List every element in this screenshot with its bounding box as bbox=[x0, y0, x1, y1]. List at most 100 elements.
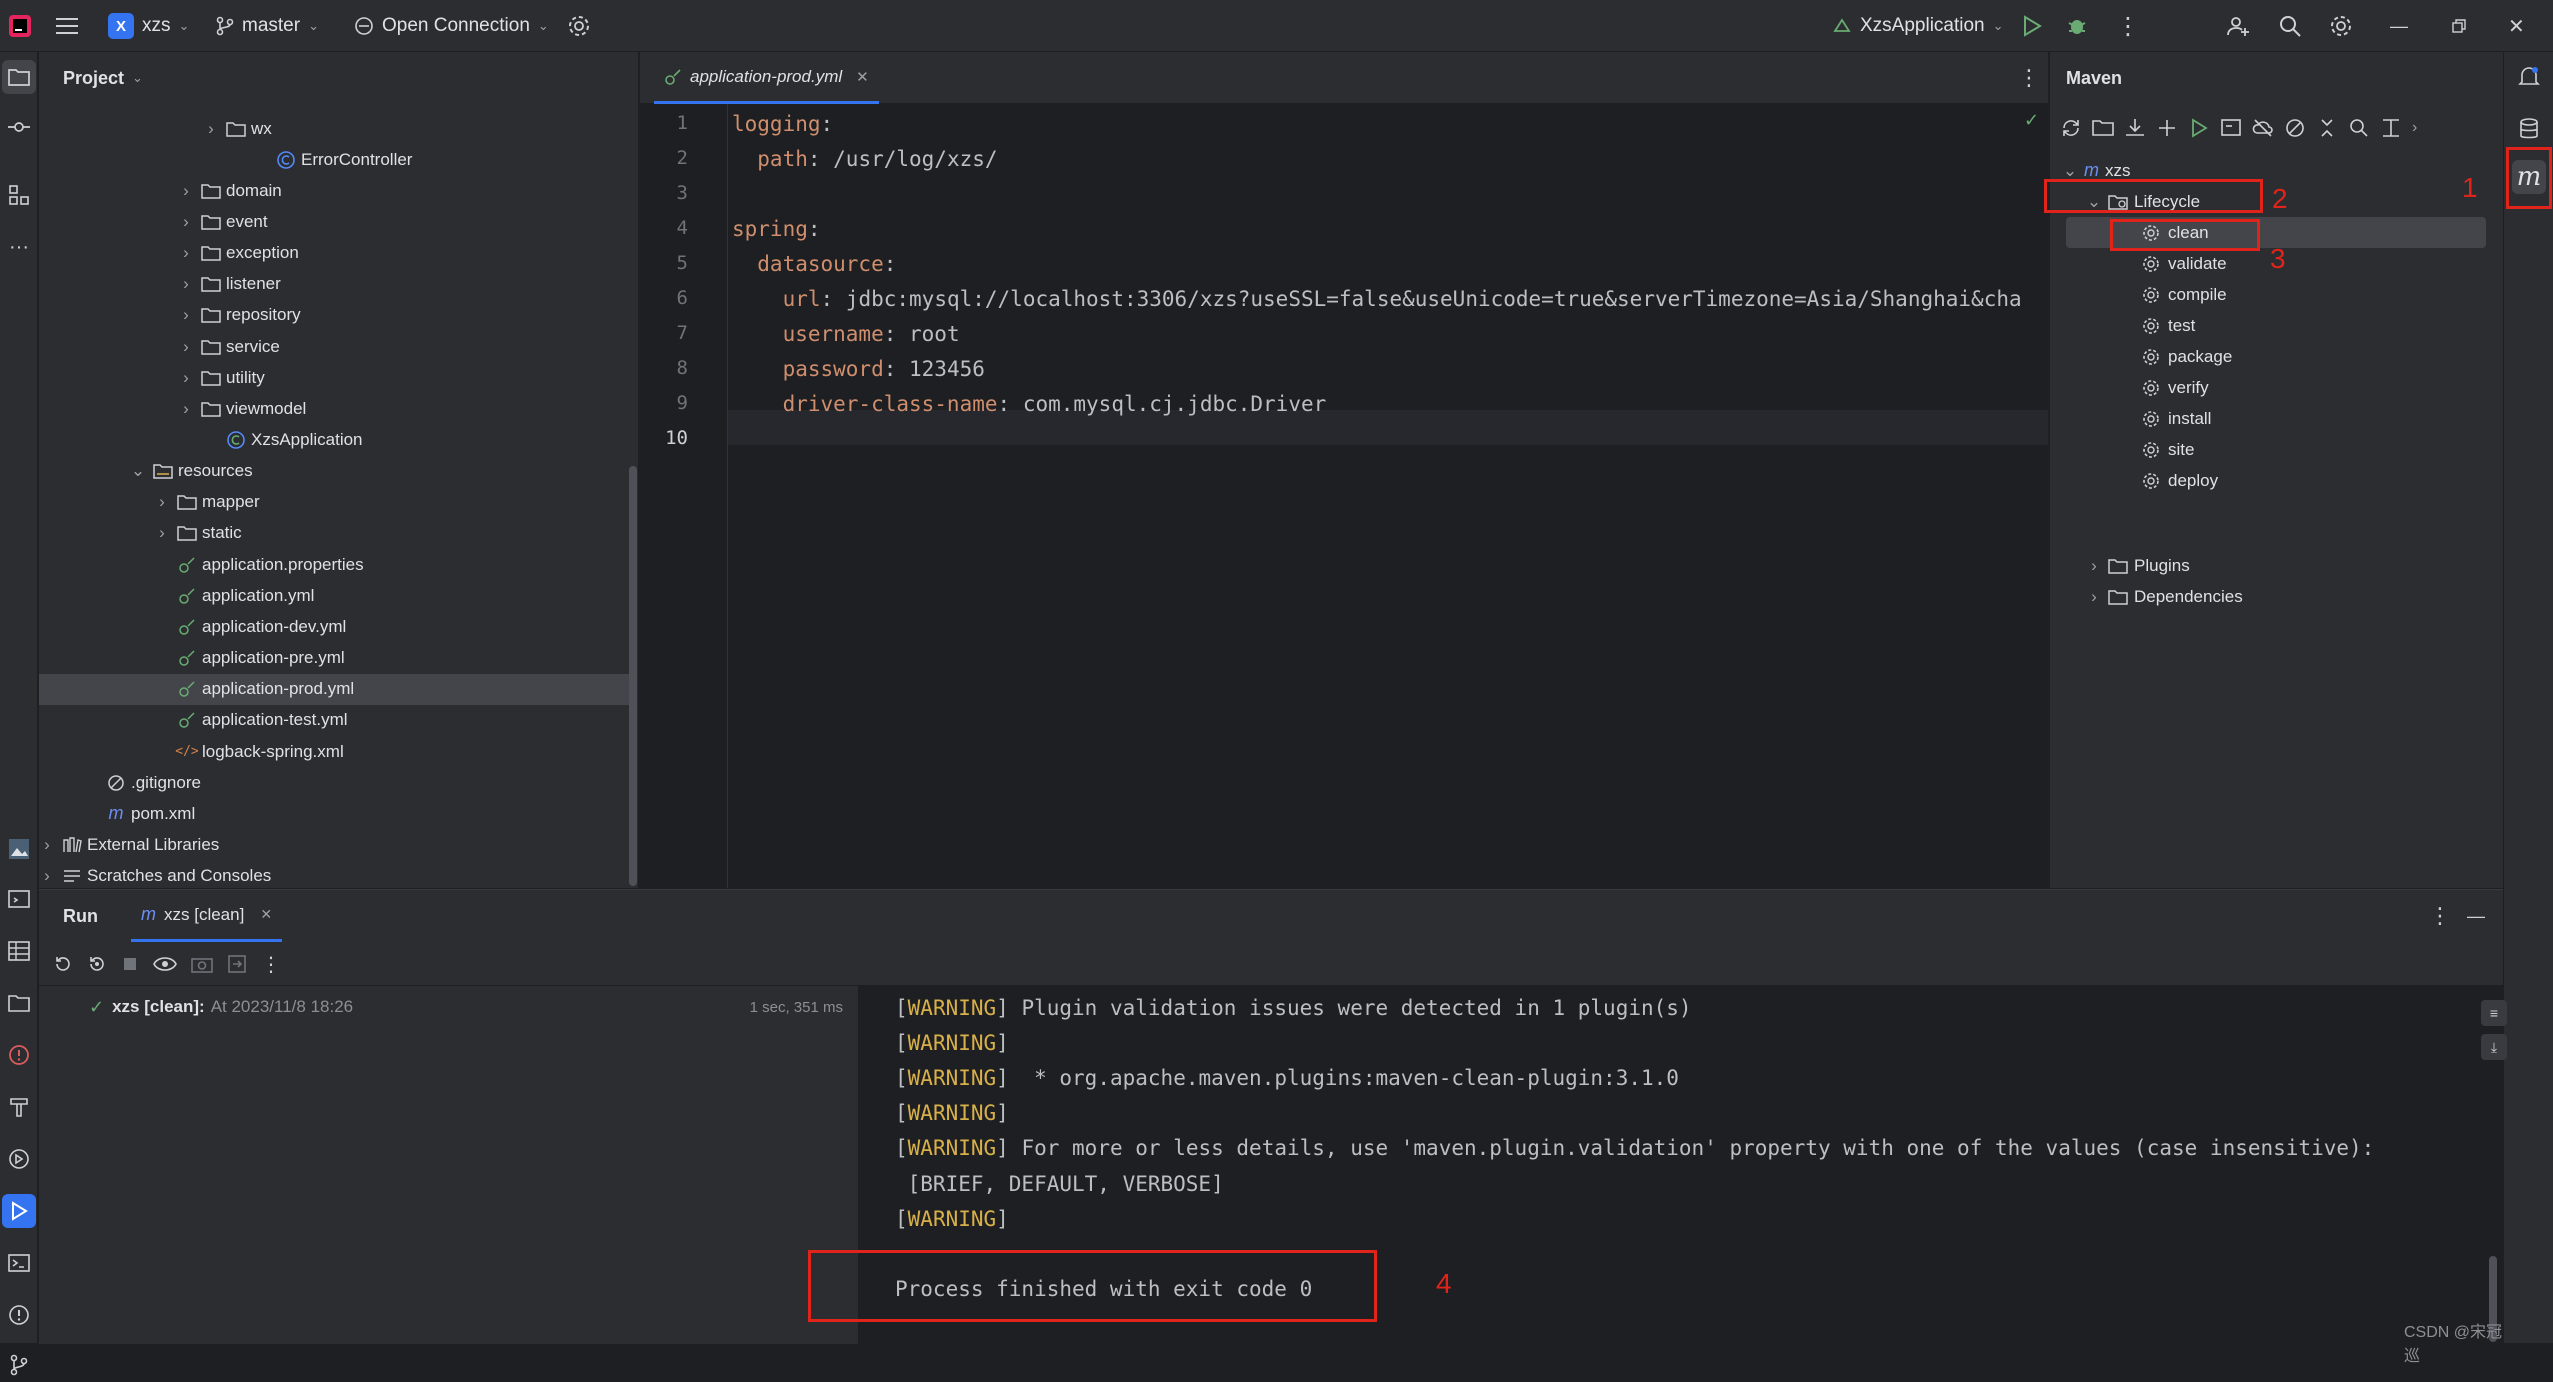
maven-lifecycle-row[interactable]: ⌄ Lifecycle bbox=[2086, 186, 2200, 217]
tree-row[interactable]: › mapper bbox=[39, 487, 633, 518]
open-connection-button[interactable]: Open Connection ⌄ bbox=[354, 0, 549, 52]
tree-row[interactable]: › service bbox=[39, 331, 633, 362]
search-icon[interactable] bbox=[2278, 0, 2302, 52]
run-options-icon[interactable]: ⋮ bbox=[2429, 890, 2451, 942]
rerun-failed-icon[interactable] bbox=[87, 954, 107, 974]
add-user-icon[interactable] bbox=[2226, 0, 2250, 52]
problems-error-icon[interactable] bbox=[2, 1038, 36, 1072]
tree-row[interactable]: › Scratches and Consoles bbox=[39, 861, 633, 892]
close-tab-icon[interactable]: ✕ bbox=[260, 906, 272, 923]
maven-goal-package[interactable]: package bbox=[2066, 341, 2486, 372]
services-run-icon[interactable] bbox=[2, 1142, 36, 1176]
maven-goal-deploy[interactable]: deploy bbox=[2066, 465, 2486, 496]
show-output-eye-icon[interactable] bbox=[153, 955, 177, 973]
main-menu-icon[interactable] bbox=[56, 0, 80, 52]
more-run-actions-icon[interactable]: ⋮ bbox=[261, 952, 281, 977]
maven-plugins-row[interactable]: › Plugins bbox=[2086, 550, 2190, 581]
tree-row[interactable]: › listener bbox=[39, 269, 633, 300]
notifications-bell-icon[interactable] bbox=[2512, 60, 2546, 94]
camera-icon[interactable] bbox=[191, 955, 213, 973]
run-maven-icon[interactable] bbox=[2188, 117, 2210, 139]
git-tool-icon[interactable] bbox=[2, 1348, 36, 1382]
tree-row[interactable]: </> logback-spring.xml bbox=[39, 736, 633, 767]
tree-row[interactable]: application-test.yml bbox=[39, 705, 633, 736]
tree-row[interactable]: › domain bbox=[39, 175, 633, 206]
soft-wrap-icon[interactable]: ≡ bbox=[2481, 1000, 2507, 1026]
project-panel-title[interactable]: Project ⌄ bbox=[63, 52, 143, 104]
stop-icon[interactable] bbox=[121, 955, 139, 973]
maven-goal-install[interactable]: install bbox=[2066, 403, 2486, 434]
maven-goal-verify[interactable]: verify bbox=[2066, 372, 2486, 403]
collapse-all-icon[interactable] bbox=[2316, 117, 2338, 139]
tree-row[interactable]: › static bbox=[39, 518, 633, 549]
app-logo-icon[interactable] bbox=[8, 0, 32, 52]
generate-sources-icon[interactable] bbox=[2092, 117, 2114, 139]
run-tool-icon[interactable] bbox=[2, 1194, 36, 1228]
run-icon[interactable] bbox=[2022, 0, 2042, 52]
tree-row[interactable]: application.yml bbox=[39, 580, 633, 611]
tree-row[interactable]: › viewmodel bbox=[39, 393, 633, 424]
structure-tool-icon[interactable] bbox=[2, 178, 36, 212]
tree-row[interactable]: › event bbox=[39, 206, 633, 237]
skip-tests-icon[interactable] bbox=[2284, 117, 2306, 139]
project-tool-icon[interactable] bbox=[2, 60, 36, 94]
database-grid-icon[interactable] bbox=[2, 934, 36, 968]
branch-selector[interactable]: master ⌄ bbox=[216, 0, 319, 52]
settings-gear-icon[interactable] bbox=[566, 0, 592, 52]
add-icon[interactable] bbox=[2156, 117, 2178, 139]
tree-row[interactable]: application-pre.yml bbox=[39, 643, 633, 674]
tree-row[interactable]: m pom.xml bbox=[39, 798, 633, 829]
tree-row[interactable]: › External Libraries bbox=[39, 829, 633, 860]
hide-panel-icon[interactable]: — bbox=[2467, 890, 2485, 942]
tree-row[interactable]: application-dev.yml bbox=[39, 611, 633, 642]
maven-goal-compile[interactable]: compile bbox=[2066, 279, 2486, 310]
close-icon[interactable]: ✕ bbox=[2508, 0, 2525, 52]
editor-options-icon[interactable]: ⋮ bbox=[2018, 52, 2040, 104]
run-tab-xzs-clean[interactable]: m xzs [clean] ✕ bbox=[131, 890, 283, 942]
download-icon[interactable] bbox=[2124, 117, 2146, 139]
run-config-selector[interactable]: XzsApplication ⌄ bbox=[1832, 0, 2004, 52]
code-area[interactable]: 1 2 3 4 5 6 7 8 9 10 logging: path: /usr/log/xzs/… bbox=[640, 104, 2048, 904]
minimize-icon[interactable]: — bbox=[2390, 0, 2408, 52]
rerun-icon[interactable] bbox=[53, 954, 73, 974]
maven-goal-site[interactable]: site bbox=[2066, 434, 2486, 465]
tree-row[interactable]: XzsApplication bbox=[39, 425, 633, 456]
show-dependencies-icon[interactable] bbox=[2380, 117, 2402, 139]
export-icon[interactable] bbox=[227, 954, 247, 974]
maven-goal-test[interactable]: test bbox=[2066, 310, 2486, 341]
reload-icon[interactable] bbox=[2060, 117, 2082, 139]
services-tool-icon[interactable] bbox=[2, 882, 36, 916]
offline-mode-icon[interactable] bbox=[2252, 117, 2274, 139]
analyze-dependencies-icon[interactable] bbox=[2348, 117, 2370, 139]
restore-icon[interactable] bbox=[2452, 0, 2466, 52]
folder-tool-icon[interactable] bbox=[2, 986, 36, 1020]
tree-row[interactable]: application.properties bbox=[39, 549, 633, 580]
scroll-to-end-icon[interactable]: ⤓ bbox=[2481, 1034, 2507, 1060]
build-hammer-icon[interactable] bbox=[2, 1090, 36, 1124]
maven-project-row[interactable]: ⌄ m xzs bbox=[2062, 155, 2131, 186]
terminal-icon[interactable] bbox=[2, 1246, 36, 1280]
console-output[interactable]: [WARNING] Plugin validation issues were … bbox=[859, 986, 2507, 1365]
tree-row[interactable]: › repository bbox=[39, 300, 633, 331]
chevron-right-icon[interactable]: › bbox=[2412, 119, 2417, 137]
tree-row[interactable]: .gitignore bbox=[39, 767, 633, 798]
maven-tool-icon[interactable]: m bbox=[2512, 160, 2546, 194]
tree-row[interactable]: › exception bbox=[39, 238, 633, 269]
commit-tool-icon[interactable] bbox=[2, 110, 36, 144]
image-tool-icon[interactable] bbox=[2, 832, 36, 866]
debug-icon[interactable] bbox=[2066, 0, 2088, 52]
more-actions-icon[interactable]: ⋮ bbox=[2116, 0, 2140, 52]
execute-goal-icon[interactable] bbox=[2220, 117, 2242, 139]
close-tab-icon[interactable]: ✕ bbox=[856, 68, 869, 86]
tree-row[interactable]: › utility bbox=[39, 362, 633, 393]
run-tree-item[interactable]: ✓ xzs [clean]: At 2023/11/8 18:26 1 sec,… bbox=[39, 990, 859, 1024]
editor-tab-application-prod[interactable]: application-prod.yml ✕ bbox=[654, 52, 879, 104]
project-scrollbar[interactable] bbox=[629, 466, 637, 886]
ide-settings-icon[interactable] bbox=[2328, 0, 2354, 52]
problems-icon[interactable] bbox=[2, 1298, 36, 1332]
tree-row[interactable]: ErrorController bbox=[39, 144, 633, 175]
tree-row[interactable]: › wx bbox=[39, 113, 633, 144]
tree-row[interactable]: application-prod.yml bbox=[39, 673, 633, 705]
more-tools-icon[interactable]: ··· bbox=[2, 230, 36, 264]
database-icon[interactable] bbox=[2512, 112, 2546, 146]
